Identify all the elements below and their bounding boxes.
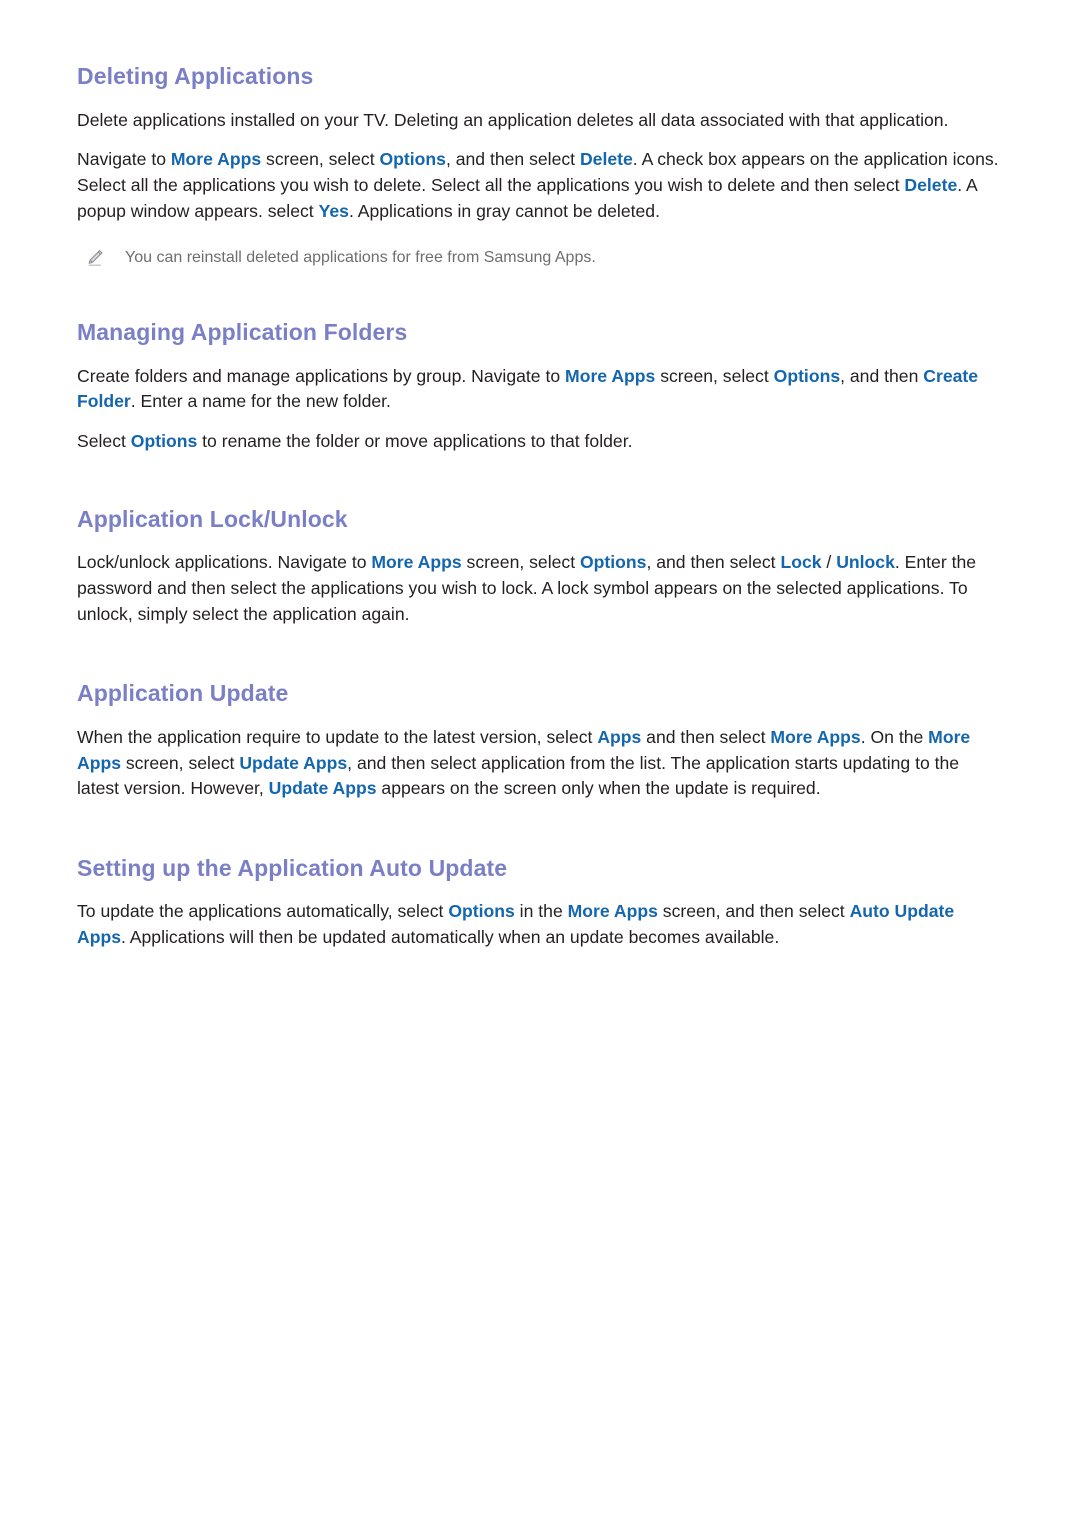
term-more-apps[interactable]: More Apps <box>565 366 655 386</box>
page-title-deleting-applications: Deleting Applications <box>77 63 314 89</box>
text-run: Select <box>77 431 131 452</box>
term-delete[interactable]: Delete <box>580 149 633 169</box>
text-run: , and then select <box>646 552 781 573</box>
text-run: . Enter a name for the new folder. <box>130 391 391 412</box>
term-options[interactable]: Options <box>379 149 445 169</box>
term-more-apps[interactable]: More Apps <box>770 727 860 747</box>
paragraph-lock-unlock: Lock/unlock applications. Navigate to Mo… <box>77 550 1005 627</box>
term-apps[interactable]: Apps <box>597 727 641 747</box>
term-lock[interactable]: Lock <box>780 552 821 572</box>
paragraph-delete-steps: Navigate to More Apps screen, select Opt… <box>77 147 1005 224</box>
page-title-managing-folders: Managing Application Folders <box>77 319 408 346</box>
section-application-auto-update: Setting up the Application Auto Update T… <box>77 854 1005 951</box>
text-run: appears on the screen only when the upda… <box>376 778 821 799</box>
text-run: , and then select <box>445 149 580 170</box>
text-run: . Applications in gray cannot be deleted… <box>348 200 660 221</box>
term-options[interactable]: Options <box>131 431 197 451</box>
text-run: , and then <box>840 365 924 386</box>
term-more-apps[interactable]: More Apps <box>171 149 261 169</box>
paragraph-delete-intro: Delete applications installed on your TV… <box>77 108 1005 134</box>
text-run: in the <box>514 901 568 922</box>
text-run: screen, select <box>261 149 380 170</box>
term-delete-2[interactable]: Delete <box>904 175 957 195</box>
text-run: screen, select <box>461 552 580 573</box>
section-application-lock-unlock: Application Lock/Unlock Lock/unlock appl… <box>77 505 1005 628</box>
text-run: / <box>821 552 837 573</box>
term-options[interactable]: Options <box>774 366 840 386</box>
text-run: When the application require to update t… <box>77 726 598 747</box>
term-more-apps[interactable]: More Apps <box>371 552 461 572</box>
text-run: To update the applications automatically… <box>77 901 449 922</box>
pencil-icon <box>85 246 125 268</box>
section-managing-application-folders: Managing Application Folders Create fold… <box>77 318 1005 455</box>
term-options[interactable]: Options <box>448 901 514 921</box>
text-run: screen, and then select <box>657 901 850 922</box>
note-reinstall: You can reinstall deleted applications f… <box>85 246 1005 269</box>
text-run: Lock/unlock applications. Navigate to <box>77 552 372 573</box>
page-title-application-update: Application Update <box>77 680 289 707</box>
document-page: Deleting Applications Delete application… <box>0 0 1080 1527</box>
text-run: Navigate to <box>77 149 171 170</box>
term-options[interactable]: Options <box>580 552 646 572</box>
text-run: to rename the folder or move application… <box>197 431 633 452</box>
term-update-apps-2[interactable]: Update Apps <box>269 778 377 798</box>
term-more-apps[interactable]: More Apps <box>568 901 658 921</box>
term-yes[interactable]: Yes <box>319 201 349 221</box>
page-title-application-lock-unlock: Application Lock/Unlock <box>77 505 348 532</box>
page-title-auto-update: Setting up the Application Auto Update <box>77 854 508 881</box>
text-run: screen, select <box>655 365 774 386</box>
term-update-apps[interactable]: Update Apps <box>239 753 347 773</box>
text-run: screen, select <box>120 752 240 773</box>
paragraph-application-update: When the application require to update t… <box>77 725 1005 802</box>
text-run: Delete applications installed on your TV… <box>77 109 949 130</box>
section-application-update: Application Update When the application … <box>77 679 1005 802</box>
text-run: Create folders and manage applications b… <box>77 365 566 386</box>
paragraph-create-folder: Create folders and manage applications b… <box>77 364 1005 415</box>
paragraph-rename-folder: Select Options to rename the folder or m… <box>77 429 1005 455</box>
paragraph-auto-update: To update the applications automatically… <box>77 899 1005 950</box>
text-run: . On the <box>860 726 929 747</box>
note-text: You can reinstall deleted applications f… <box>125 249 596 267</box>
text-run: and then select <box>641 726 771 747</box>
text-run: . Applications will then be updated auto… <box>120 927 780 948</box>
section-deleting-applications: Deleting Applications Delete application… <box>77 62 1005 269</box>
term-unlock[interactable]: Unlock <box>836 552 895 572</box>
